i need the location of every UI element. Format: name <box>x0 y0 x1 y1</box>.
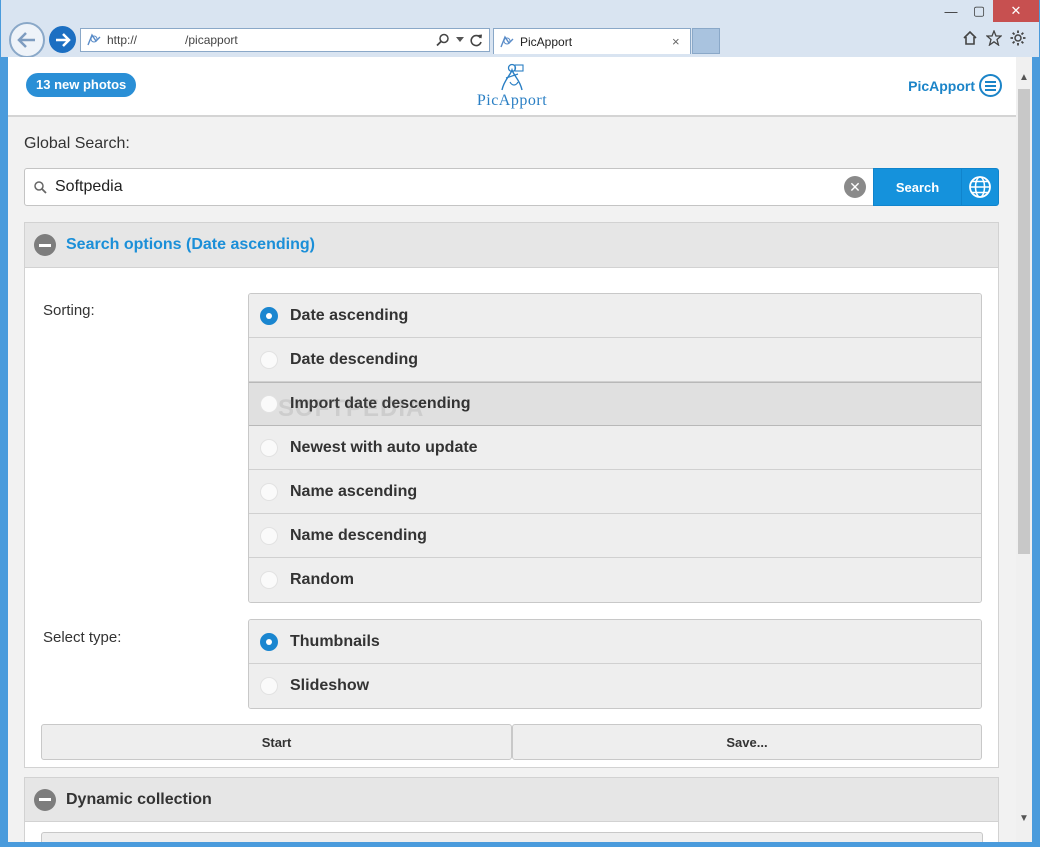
tab-close-button[interactable]: × <box>672 34 690 49</box>
global-search-input[interactable]: Softpedia ✕ <box>24 168 874 206</box>
new-tab-button[interactable] <box>692 28 720 54</box>
settings-gear-icon[interactable] <box>1010 30 1026 46</box>
radio-selected-icon[interactable] <box>260 632 278 651</box>
sort-option-date-descending[interactable]: Date descending <box>249 338 981 382</box>
site-favicon-icon <box>87 33 101 46</box>
scrollbar-thumb[interactable] <box>1018 89 1030 554</box>
hamburger-menu-icon[interactable] <box>979 74 1002 97</box>
softpedia-watermark: SOFTPEDIA <box>278 395 425 422</box>
tab-title: PicApport <box>520 34 573 49</box>
sorting-radio-group: Date ascending Date descending Import da… <box>248 293 982 603</box>
dynamic-collection-title: Dynamic collection <box>66 790 212 808</box>
sort-option-label: Random <box>290 571 354 588</box>
sorting-label: Sorting: <box>43 302 95 319</box>
minimize-button[interactable]: — <box>937 0 965 22</box>
tab-favicon-icon <box>500 35 514 47</box>
type-option-label: Slideshow <box>290 677 370 694</box>
logo-figure-icon <box>501 63 524 91</box>
global-search-button[interactable] <box>961 168 999 206</box>
sort-option-name-descending[interactable]: Name descending <box>249 514 981 558</box>
sort-option-random[interactable]: Random <box>249 558 981 602</box>
home-icon[interactable] <box>962 30 978 46</box>
radio-unselected-icon[interactable] <box>260 350 278 369</box>
sort-option-label: Date ascending <box>290 306 409 324</box>
new-photos-badge[interactable]: 13 new photos <box>26 73 137 97</box>
app-header: 13 new photos PicApport PicApport <box>8 57 1016 117</box>
logo-text: PicApport <box>476 92 548 109</box>
collapse-minus-icon[interactable] <box>34 234 56 256</box>
dynamic-collection-panel: Dynamic collection <box>24 777 999 842</box>
page-viewport: 13 new photos PicApport PicApport Global… <box>8 57 1016 842</box>
vertical-scrollbar[interactable]: ▲ ▼ <box>1016 57 1032 842</box>
arrow-right-icon <box>55 32 71 47</box>
globe-icon <box>969 176 991 198</box>
search-magnifier-icon <box>25 180 51 194</box>
search-button[interactable]: Search <box>873 168 962 206</box>
app-menu-link[interactable]: PicApport <box>908 74 1002 97</box>
browser-tab[interactable]: PicApport × <box>493 28 691 54</box>
address-url[interactable]: http:///picapport <box>107 33 436 47</box>
type-option-thumbnails[interactable]: Thumbnails <box>249 620 981 664</box>
sort-option-label: Name ascending <box>290 482 418 500</box>
select-type-label: Select type: <box>43 629 122 646</box>
dynamic-collection-header[interactable]: Dynamic collection <box>25 778 998 822</box>
collapse-minus-icon[interactable] <box>34 788 56 811</box>
clear-search-icon[interactable]: ✕ <box>844 176 866 198</box>
sort-option-label: Date descending <box>290 350 419 368</box>
back-button[interactable] <box>9 22 45 58</box>
app-menu-label: PicApport <box>908 77 975 94</box>
search-options-title: Search options (Date ascending) <box>66 236 315 253</box>
maximize-button[interactable]: ▢ <box>965 0 993 22</box>
radio-selected-icon[interactable] <box>260 306 278 325</box>
search-icon[interactable] <box>436 33 450 47</box>
browser-toolbar-icons <box>962 30 1026 46</box>
global-search-label: Global Search: <box>24 135 130 152</box>
type-option-label: Thumbnails <box>290 632 380 650</box>
address-bar[interactable]: http:///picapport <box>80 28 490 52</box>
sort-option-date-ascending[interactable]: Date ascending <box>249 294 981 338</box>
radio-unselected-icon[interactable] <box>260 395 278 413</box>
save-button[interactable]: Save... <box>512 724 982 760</box>
dynamic-collection-content <box>41 832 983 842</box>
type-option-slideshow[interactable]: Slideshow <box>249 664 981 708</box>
radio-unselected-icon[interactable] <box>260 677 278 695</box>
forward-button[interactable] <box>49 26 76 53</box>
sort-option-label: Newest with auto update <box>290 438 478 456</box>
dropdown-arrow-icon[interactable] <box>456 37 464 43</box>
arrow-left-icon <box>17 32 35 48</box>
window-controls: — ▢ ✕ <box>937 0 1039 22</box>
scroll-up-arrow-icon[interactable]: ▲ <box>1016 67 1032 87</box>
sort-option-name-ascending[interactable]: Name ascending <box>249 470 981 514</box>
radio-unselected-icon[interactable] <box>260 438 278 457</box>
close-window-button[interactable]: ✕ <box>993 0 1039 22</box>
radio-unselected-icon[interactable] <box>260 571 278 589</box>
radio-unselected-icon[interactable] <box>260 482 278 501</box>
scroll-down-arrow-icon[interactable]: ▼ <box>1016 808 1032 828</box>
refresh-icon[interactable] <box>470 34 483 47</box>
search-options-header[interactable]: Search options (Date ascending) <box>25 223 998 268</box>
radio-unselected-icon[interactable] <box>260 526 278 545</box>
address-tools <box>436 33 489 47</box>
search-input-value[interactable]: Softpedia <box>51 178 844 196</box>
start-button[interactable]: Start <box>41 724 512 760</box>
sort-option-label: Name descending <box>290 526 427 544</box>
favorites-star-icon[interactable] <box>986 30 1002 46</box>
sort-option-newest-auto-update[interactable]: Newest with auto update <box>249 426 981 470</box>
picapport-logo[interactable]: PicApport <box>466 62 558 112</box>
type-radio-group: Thumbnails Slideshow <box>248 619 982 709</box>
